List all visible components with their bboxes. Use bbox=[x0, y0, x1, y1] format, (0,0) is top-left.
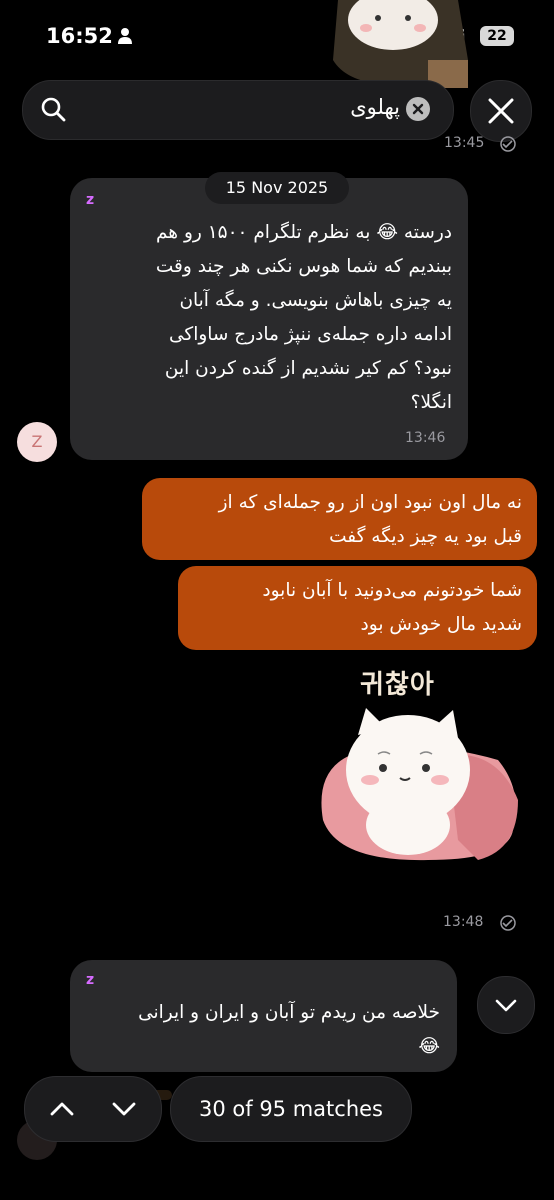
read-ticks-icon bbox=[500, 915, 516, 931]
date-separator: 15 Nov 2025 bbox=[205, 172, 349, 204]
close-search-button[interactable] bbox=[470, 80, 532, 142]
sticker-caption: 귀찮아 bbox=[360, 670, 435, 700]
chevron-down-icon bbox=[495, 999, 517, 1012]
message-text: خلاصه من ریدم تو آبان و ایران و ایرانی 😂 bbox=[138, 1002, 440, 1057]
message-time: 13:45 bbox=[444, 135, 485, 151]
cat-sticker[interactable] bbox=[308, 700, 528, 870]
person-icon bbox=[118, 28, 132, 44]
search-icon bbox=[41, 97, 66, 122]
match-counter: 30 of 95 matches bbox=[170, 1076, 412, 1142]
clear-icon[interactable] bbox=[406, 97, 430, 121]
message-text: درسته 😂 به نظرم تلگرام ۱۵۰۰ رو هم ببندیم… bbox=[155, 222, 452, 413]
chevron-up-icon[interactable] bbox=[47, 1095, 77, 1123]
avatar[interactable]: Z bbox=[17, 422, 57, 462]
search-nav-pill bbox=[24, 1076, 162, 1142]
search-input[interactable]: پهلوی bbox=[240, 95, 400, 119]
status-time: 16:52 bbox=[46, 24, 113, 48]
message-time: 13:46 bbox=[405, 430, 446, 446]
battery-icon: 22 bbox=[480, 26, 514, 46]
message-text: شما خودتونم می‌دونید با آبان نابود شدید … bbox=[262, 580, 522, 635]
close-icon bbox=[488, 98, 514, 124]
message-time: 13:48 bbox=[443, 914, 484, 930]
sender-name: z bbox=[86, 192, 95, 208]
message-text: نه مال اون نبود اون از رو جمله‌ای که از … bbox=[218, 492, 522, 547]
read-ticks-icon bbox=[500, 136, 516, 152]
chevron-down-icon[interactable] bbox=[109, 1095, 139, 1123]
cat-sticker-top bbox=[333, 0, 468, 88]
scroll-down-button[interactable] bbox=[477, 976, 535, 1034]
sender-name: z bbox=[86, 972, 95, 988]
